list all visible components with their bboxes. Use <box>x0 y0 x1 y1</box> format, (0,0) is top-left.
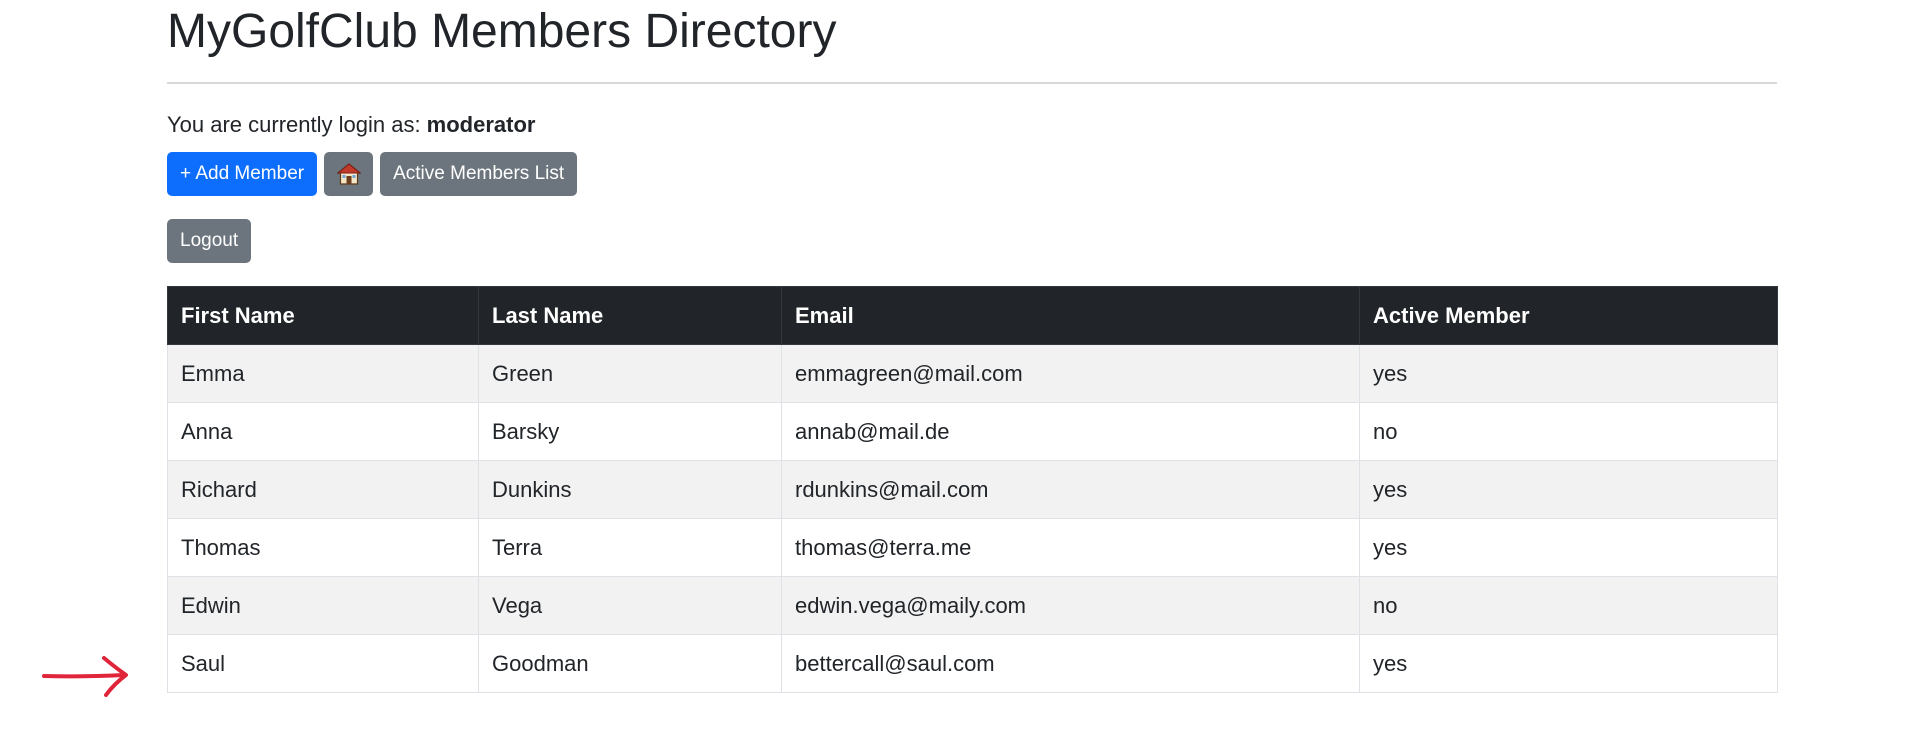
table-row-highlighted: Saul Goodman bettercall@saul.com yes <box>167 634 1778 693</box>
header-last-name: Last Name <box>478 286 782 345</box>
cell-email: thomas@terra.me <box>781 518 1360 577</box>
table-header-row: First Name Last Name Email Active Member <box>167 286 1778 345</box>
cell-last-name: Barsky <box>478 402 782 461</box>
cell-email: emmagreen@mail.com <box>781 344 1360 403</box>
logout-button[interactable]: Logout <box>167 219 252 263</box>
cell-first-name: Saul <box>167 634 479 693</box>
cell-first-name: Edwin <box>167 576 479 635</box>
cell-email: bettercall@saul.com <box>781 634 1360 693</box>
main-container: MyGolfClub Members Directory You are cur… <box>167 0 1778 693</box>
cell-email: edwin.vega@maily.com <box>781 576 1360 635</box>
header-active-member: Active Member <box>1359 286 1778 345</box>
cell-first-name: Richard <box>167 460 479 519</box>
table-row: Emma Green emmagreen@mail.com yes <box>167 344 1778 403</box>
cell-first-name: Thomas <box>167 518 479 577</box>
arrow-right-icon <box>42 656 128 697</box>
cell-active-member: yes <box>1359 634 1778 693</box>
table-row: Anna Barsky annab@mail.de no <box>167 402 1778 461</box>
title-divider <box>167 82 1777 84</box>
cell-last-name: Vega <box>478 576 782 635</box>
logout-row: Logout <box>167 219 1777 263</box>
cell-last-name: Green <box>478 344 782 403</box>
home-button[interactable] <box>324 152 374 196</box>
cell-email: rdunkins@mail.com <box>781 460 1360 519</box>
header-email: Email <box>781 286 1360 345</box>
login-username: moderator <box>426 112 536 137</box>
table-row: Thomas Terra thomas@terra.me yes <box>167 518 1778 577</box>
cell-active-member: yes <box>1359 518 1778 577</box>
members-table: First Name Last Name Email Active Member… <box>167 286 1778 693</box>
cell-last-name: Goodman <box>478 634 782 693</box>
cell-active-member: yes <box>1359 460 1778 519</box>
add-member-button[interactable]: + Add Member <box>167 152 318 196</box>
cell-active-member: yes <box>1359 344 1778 403</box>
cell-first-name: Emma <box>167 344 479 403</box>
cell-active-member: no <box>1359 576 1778 635</box>
cell-last-name: Dunkins <box>478 460 782 519</box>
toolbar: + Add Member Active Members List <box>167 152 1777 196</box>
header-first-name: First Name <box>167 286 479 345</box>
login-status: You are currently login as: moderator <box>167 110 1777 140</box>
house-icon <box>336 163 361 185</box>
login-prefix: You are currently login as: <box>167 112 427 137</box>
cell-last-name: Terra <box>478 518 782 577</box>
cell-email: annab@mail.de <box>781 402 1360 461</box>
active-members-list-button[interactable]: Active Members List <box>380 152 578 196</box>
table-row: Edwin Vega edwin.vega@maily.com no <box>167 576 1778 635</box>
cell-active-member: no <box>1359 402 1778 461</box>
page-title: MyGolfClub Members Directory <box>167 5 837 58</box>
table-row: Richard Dunkins rdunkins@mail.com yes <box>167 460 1778 519</box>
cell-first-name: Anna <box>167 402 479 461</box>
